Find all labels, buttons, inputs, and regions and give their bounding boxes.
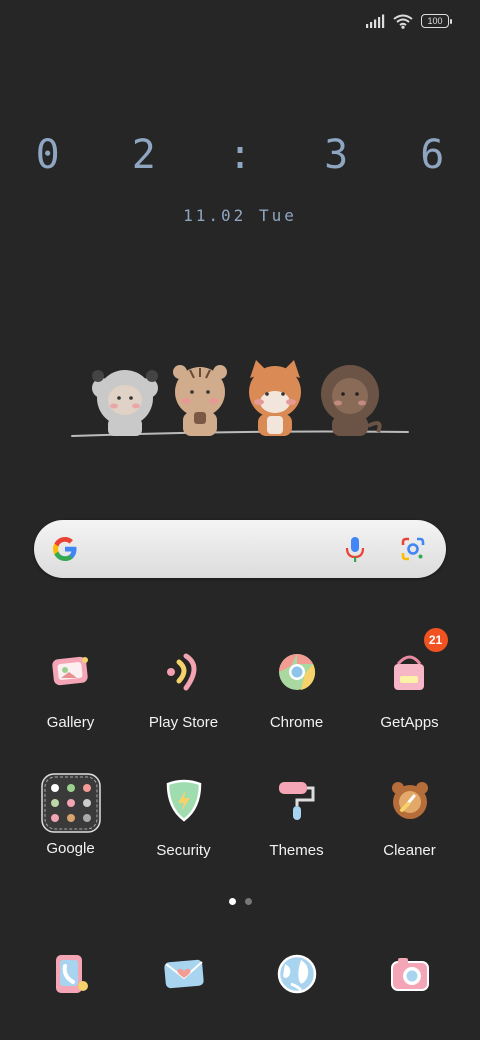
gallery-icon[interactable] [45,646,97,698]
themes-icon[interactable] [271,774,323,826]
microphone-icon[interactable] [344,535,366,563]
animal-friends-widget[interactable] [70,358,410,442]
status-bar: 100 [365,10,452,32]
app-label: Chrome [269,714,324,731]
phone-icon[interactable] [45,948,97,1000]
app-getapps[interactable]: 21 GetApps [353,628,466,731]
app-label: Gallery [46,714,95,731]
messages-icon[interactable] [158,948,210,1000]
app-label: Cleaner [383,842,436,859]
google-lens-icon[interactable] [400,536,426,562]
lion-illustration [321,365,382,436]
app-google-folder[interactable]: Google [14,772,127,857]
notification-badge: 21 [423,628,448,652]
app-label: Play Store [148,714,219,731]
camera-icon[interactable] [384,948,436,1000]
battery-icon: 100 [421,14,452,28]
clock-time[interactable]: 0 2 : 3 6 [0,132,480,178]
app-cleaner[interactable]: Cleaner [353,774,466,859]
fox-illustration [249,360,301,436]
wifi-icon [393,14,413,29]
app-themes[interactable]: Themes [240,774,353,859]
battery-level: 100 [421,14,449,28]
page-dot-1[interactable] [228,898,236,905]
sheep-illustration [92,370,158,436]
tiger-illustration [173,365,227,436]
app-label: Security [156,842,211,859]
security-icon[interactable] [158,774,210,826]
chrome-icon[interactable] [271,646,323,698]
app-chrome[interactable]: Chrome [240,646,353,731]
clock-date[interactable]: 11.02 Tue [0,206,480,225]
browser-icon[interactable] [271,948,323,1000]
page-indicator [0,898,480,905]
cleaner-icon[interactable] [384,774,436,826]
app-label: GetApps [380,714,439,731]
google-folder-icon[interactable] [40,772,102,834]
google-search-bar[interactable] [34,520,446,578]
play-store-icon[interactable] [158,646,210,698]
app-label: Google [46,840,95,857]
getapps-icon[interactable]: 21 [384,628,448,698]
signal-icon [366,14,385,28]
page-dot-2[interactable] [244,898,252,905]
app-label: Themes [269,842,324,859]
google-logo-icon[interactable] [50,534,80,564]
app-gallery[interactable]: Gallery [14,646,127,731]
app-play-store[interactable]: Play Store [127,646,240,731]
app-security[interactable]: Security [127,774,240,859]
